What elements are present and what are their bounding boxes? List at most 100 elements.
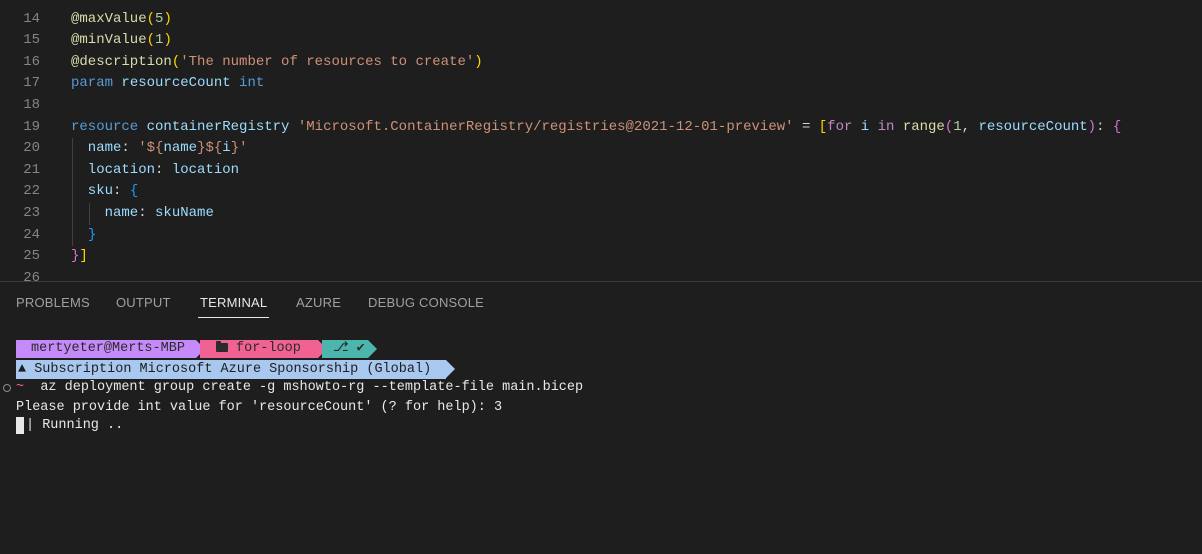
code-token: '${: [138, 140, 164, 157]
code-token: {: [129, 183, 139, 200]
prompt-separator: [368, 340, 377, 358]
code-token: location: [71, 161, 156, 178]
indent-guide: [89, 203, 90, 225]
code-token: [: [818, 118, 828, 135]
code-line[interactable]: 16 @description('The number of resources …: [0, 52, 1202, 74]
code-text: sku: {: [71, 181, 138, 203]
code-line[interactable]: 25}]: [0, 246, 1202, 268]
code-line[interactable]: 21 location: location: [0, 160, 1202, 182]
code-token: ): [1087, 118, 1097, 135]
code-text: name: skuName: [71, 203, 214, 225]
code-token: ]: [79, 248, 88, 265]
code-token: (: [171, 53, 181, 70]
code-token: sku: [71, 183, 114, 200]
line-number: 15: [0, 0, 40, 9]
code-token: :: [155, 161, 172, 178]
code-token: ): [474, 53, 483, 70]
indent-guide: [72, 138, 73, 247]
code-token: in: [877, 118, 903, 135]
code-line[interactable]: 15 @minValue(1): [0, 30, 1202, 52]
prompt-dir-label: for-loop: [236, 341, 301, 356]
code-token: for: [827, 118, 861, 135]
code-token: :: [113, 183, 130, 200]
line-number: 26: [23, 269, 40, 282]
line-number: 25: [23, 248, 40, 265]
prompt-separator: [446, 360, 455, 378]
prompt-question: Please provide int value for 'resourceCo…: [16, 400, 503, 415]
code-token: ): [163, 10, 172, 27]
code-token: 'Microsoft.ContainerRegistry/registries@…: [297, 118, 794, 135]
terminal[interactable]: mertyeter@Merts-MBP for-loop ⎇ ✔ ▲ Subsc…: [0, 282, 1202, 554]
code-token: @minValue: [71, 32, 147, 49]
code-token: }${: [197, 140, 223, 157]
line-number: 20: [23, 140, 40, 157]
line-number: 22: [23, 183, 40, 200]
code-line[interactable]: 17 param resourceCount int: [0, 73, 1202, 95]
prompt-dir-segment: for-loop: [200, 340, 318, 358]
code-token: name: [71, 205, 139, 221]
code-line[interactable]: 19 resource containerRegistry 'Microsoft.…: [0, 117, 1202, 139]
code-token: resourceCount: [978, 118, 1088, 135]
code-text: }]: [71, 246, 88, 268]
code-line[interactable]: 22 sku: {: [0, 181, 1202, 203]
code-token: name: [163, 140, 198, 157]
code-token: @description: [71, 53, 172, 70]
code-token: ,: [961, 118, 979, 135]
code-token: }': [230, 140, 248, 157]
code-token: @maxValue: [71, 10, 147, 27]
code-token: {: [1112, 118, 1122, 135]
code-line[interactable]: 24 }: [0, 225, 1202, 247]
code-text: location: location: [71, 160, 239, 182]
code-line[interactable]: 20 name: '${name}${i}': [0, 138, 1202, 160]
status-text: | Running ..: [26, 418, 124, 433]
command-line: ~ az deployment group create -g mshowto-…: [16, 378, 583, 397]
code-token: resource: [71, 118, 147, 135]
code-token: resourceCount: [121, 75, 240, 92]
code-line[interactable]: 15: [0, 0, 1202, 9]
line-number: 15: [23, 32, 40, 49]
line-number: 23: [23, 205, 40, 221]
line-number: 18: [23, 97, 40, 113]
code-text: param resourceCount int: [71, 73, 264, 95]
code-line[interactable]: 14 @maxValue(5): [0, 9, 1202, 31]
code-text: @minValue(1): [71, 30, 172, 52]
code-token: }: [87, 226, 97, 243]
line-number: 19: [23, 118, 40, 135]
code-token: int: [239, 75, 265, 92]
code-token: ): [163, 32, 172, 49]
azure-icon: ▲: [18, 362, 35, 377]
code-token: :: [121, 140, 139, 157]
code-token: 1: [953, 118, 962, 135]
line-number: 24: [23, 226, 40, 243]
code-token: name: [71, 140, 122, 157]
subscription-label: Subscription Microsoft Azure Sponsorship…: [34, 362, 432, 377]
terminal-cursor: [16, 417, 24, 434]
code-line[interactable]: 18: [0, 95, 1202, 117]
code-token: :: [138, 205, 156, 221]
command-decoration-icon[interactable]: [3, 384, 11, 392]
code-token: :: [1096, 118, 1113, 135]
line-number: 16: [23, 53, 40, 70]
code-text: resource containerRegistry 'Microsoft.Co…: [71, 117, 1121, 139]
code-text: @description('The number of resources to…: [71, 52, 483, 74]
code-line[interactable]: 26: [0, 268, 1202, 282]
prompt-user-segment: mertyeter@Merts-MBP: [16, 340, 196, 358]
azure-subscription-segment: ▲ Subscription Microsoft Azure Sponsorsh…: [16, 360, 446, 379]
code-token: param: [71, 75, 122, 92]
code-line[interactable]: 23 name: skuName: [0, 203, 1202, 225]
code-token: location: [171, 161, 240, 178]
code-token: range: [902, 118, 945, 135]
code-text: name: '${name}${i}': [71, 138, 248, 160]
folder-icon: [216, 341, 228, 352]
bottom-panel: PROBLEMS OUTPUT TERMINAL AZURE DEBUG CON…: [0, 282, 1202, 554]
code-token: 'The number of resources to create': [180, 53, 475, 70]
line-number: 21: [23, 161, 40, 178]
code-token: skuName: [155, 205, 214, 221]
code-text: }: [71, 225, 96, 247]
line-number: 14: [23, 10, 40, 27]
code-editor[interactable]: 1514@maxValue(5)15@minValue(1)16@descrip…: [0, 0, 1202, 282]
code-token: (: [146, 32, 156, 49]
git-branch-icon: ⎇: [333, 341, 357, 356]
code-token: =: [793, 118, 819, 135]
